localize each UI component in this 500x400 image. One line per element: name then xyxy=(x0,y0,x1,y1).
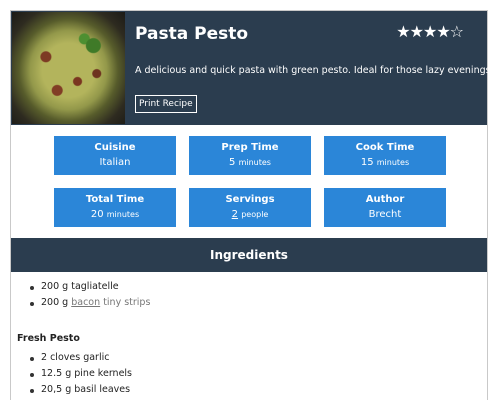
star-icon[interactable]: ★ xyxy=(423,23,437,41)
detail-label: Author xyxy=(365,194,405,205)
detail-servings: Servings 2 people xyxy=(189,188,311,227)
ingredient-list: 200 g tagliatelle 200 g bacon tiny strip… xyxy=(11,279,487,311)
star-outline-icon[interactable]: ☆ xyxy=(450,23,464,41)
detail-cuisine: Cuisine Italian xyxy=(54,136,176,175)
star-icon[interactable]: ★ xyxy=(396,23,410,41)
detail-value: 2 people xyxy=(231,209,269,220)
recipe-description: A delicious and quick pasta with green p… xyxy=(135,65,494,76)
ingredient-group-list: 2 cloves garlic 12.5 g pine kernels 20,5… xyxy=(11,350,487,398)
detail-total-time: Total Time 20 minutes xyxy=(54,188,176,227)
detail-label: Cuisine xyxy=(94,142,136,153)
detail-value: 5 minutes xyxy=(229,157,271,168)
recipe-photo xyxy=(12,12,125,124)
recipe-title: Pasta Pesto xyxy=(135,24,249,44)
ingredient-item: 2 cloves garlic xyxy=(30,350,487,366)
detail-prep-time: Prep Time 5 minutes xyxy=(189,136,311,175)
detail-label: Prep Time xyxy=(221,142,279,153)
detail-value: Brecht xyxy=(368,209,402,220)
recipe-header: Pasta Pesto ★★★★☆ A delicious and quick … xyxy=(11,11,494,125)
ingredient-item: 200 g tagliatelle xyxy=(30,279,487,295)
detail-label: Servings xyxy=(225,194,275,205)
detail-value: Italian xyxy=(99,157,131,168)
rating-stars[interactable]: ★★★★☆ xyxy=(396,23,464,41)
recipe-details: Cuisine Italian Prep Time 5 minutes Cook… xyxy=(54,136,446,236)
detail-author: Author Brecht xyxy=(324,188,446,227)
detail-label: Total Time xyxy=(85,194,145,205)
ingredient-link-bacon[interactable]: bacon xyxy=(71,297,100,308)
ingredients-heading: Ingredients xyxy=(11,238,487,272)
ingredients-body: 200 g tagliatelle 200 g bacon tiny strip… xyxy=(11,279,487,398)
ingredient-item: 200 g bacon tiny strips xyxy=(30,295,487,311)
print-recipe-button[interactable]: Print Recipe xyxy=(135,95,197,113)
star-icon[interactable]: ★ xyxy=(436,23,450,41)
ingredient-item: 20,5 g basil leaves xyxy=(30,382,487,398)
ingredient-group-title: Fresh Pesto xyxy=(17,333,80,344)
detail-value: 20 minutes xyxy=(90,209,140,220)
star-icon[interactable]: ★ xyxy=(410,23,424,41)
recipe-card: Pasta Pesto ★★★★☆ A delicious and quick … xyxy=(10,10,494,400)
ingredient-item: 12.5 g pine kernels xyxy=(30,366,487,382)
detail-cook-time: Cook Time 15 minutes xyxy=(324,136,446,175)
detail-label: Cook Time xyxy=(355,142,415,153)
detail-value: 15 minutes xyxy=(360,157,410,168)
ingredient-note: tiny strips xyxy=(103,297,151,308)
servings-adjust-link[interactable]: 2 xyxy=(232,209,238,220)
